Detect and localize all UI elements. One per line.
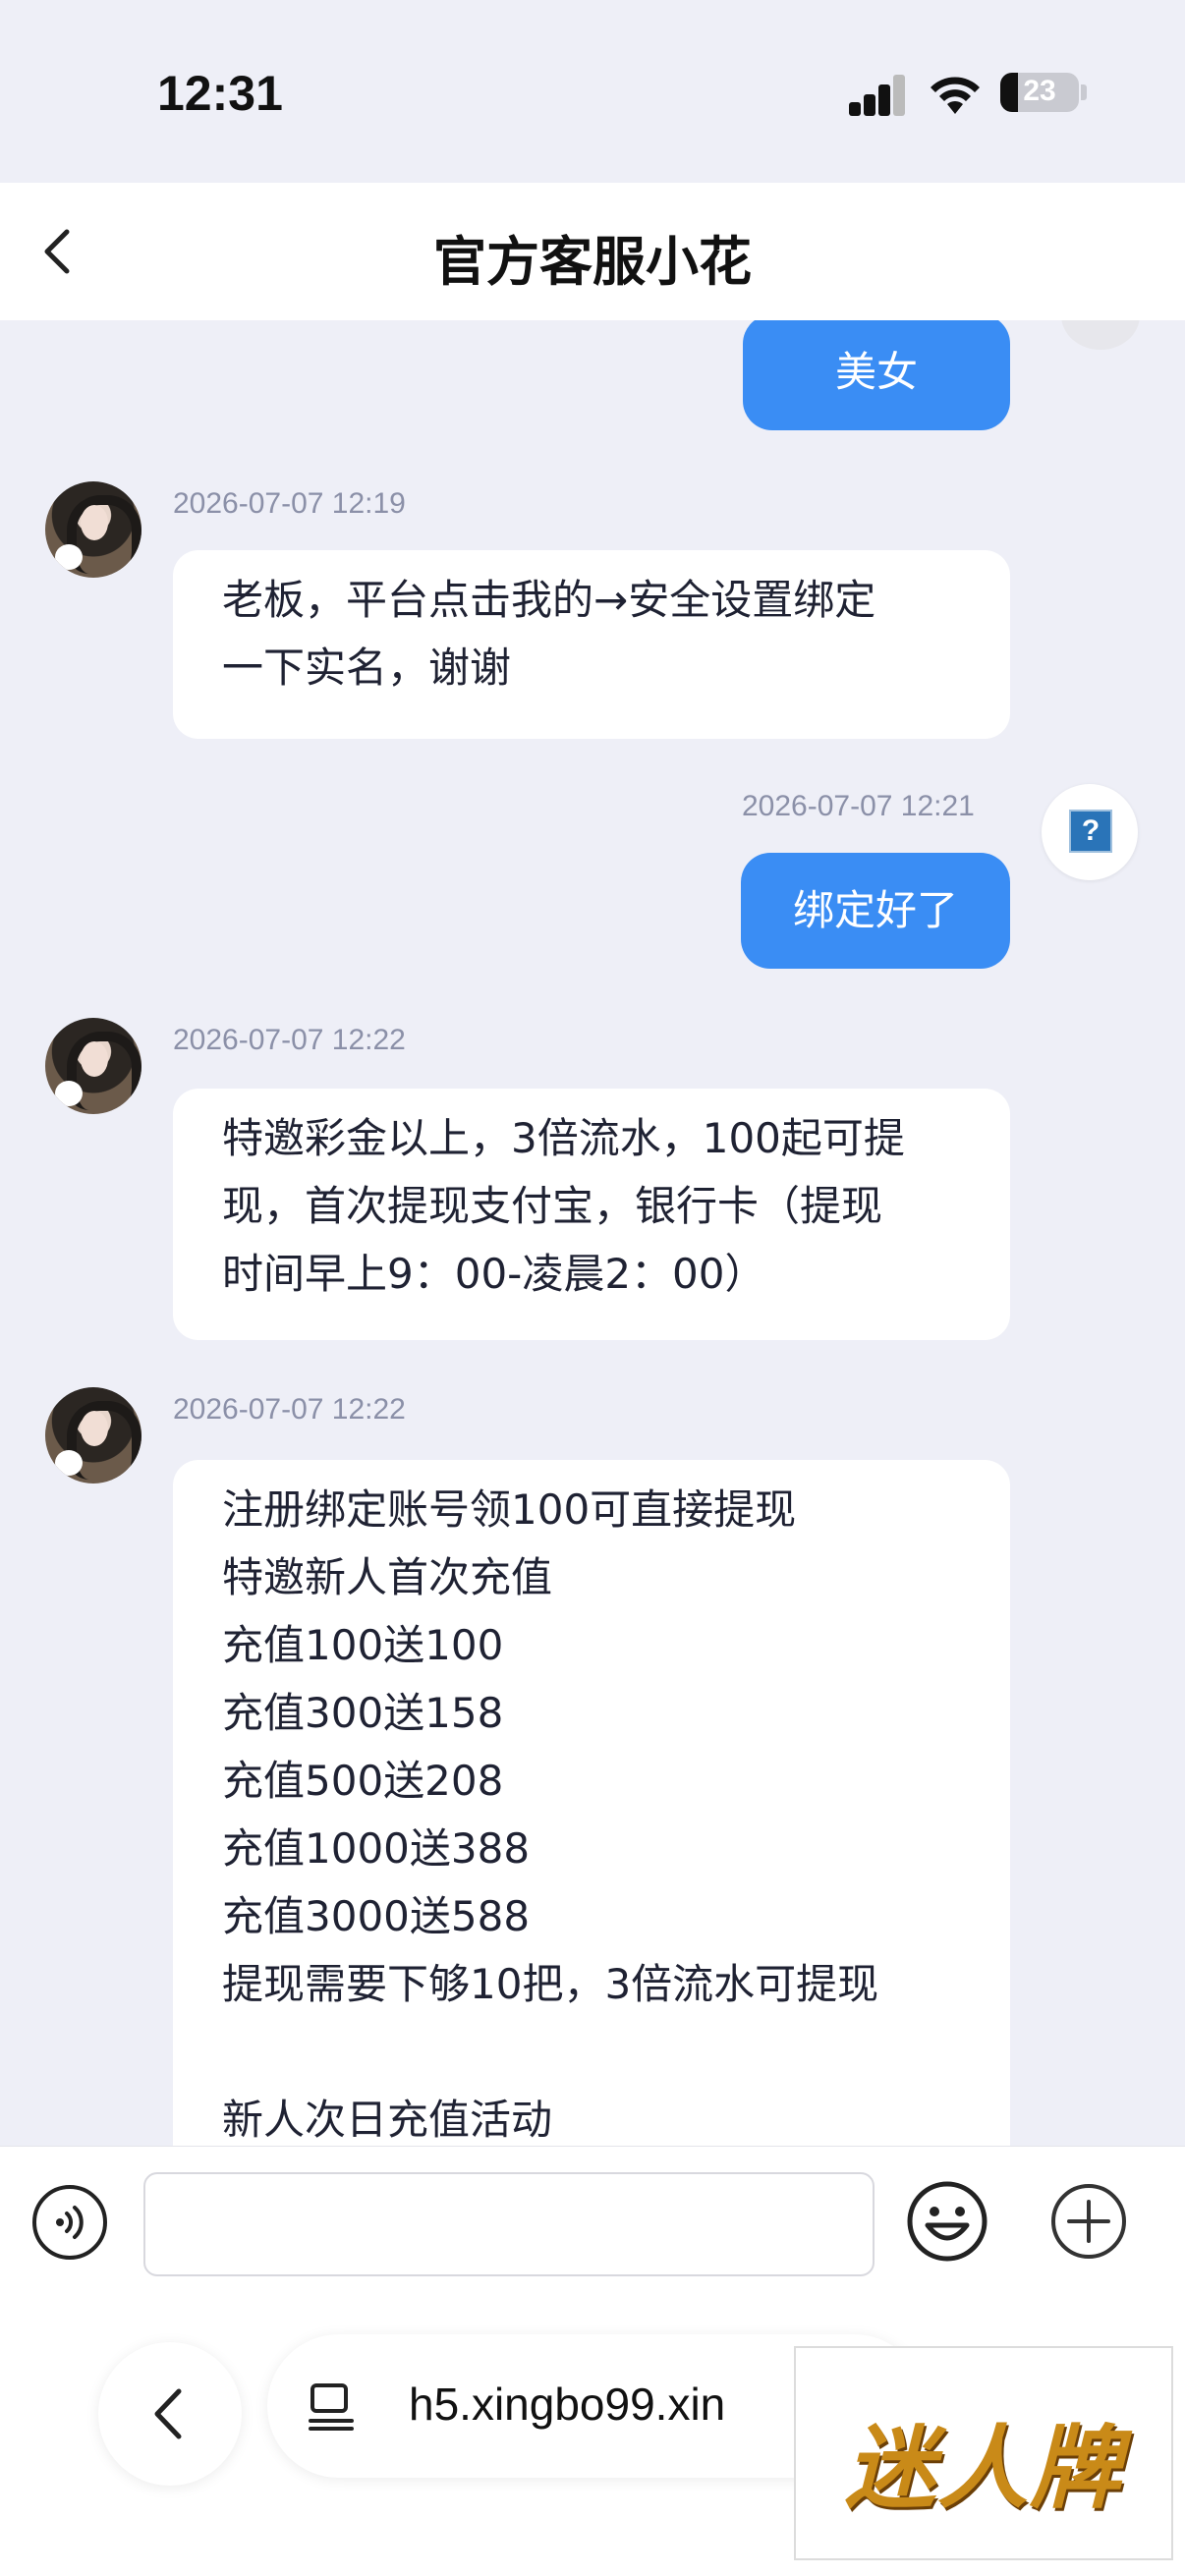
message-line: 特邀新人首次充值 — [222, 1553, 553, 1601]
agent-avatar[interactable] — [45, 1387, 141, 1484]
user-avatar[interactable]: ? — [1042, 784, 1138, 880]
voice-input-icon[interactable] — [31, 2184, 108, 2261]
message-line: 时间早上9：00-凌晨2：00） — [222, 1250, 766, 1298]
browser-back-button[interactable] — [98, 2342, 242, 2486]
watermark-logo: 迷人牌 — [794, 2346, 1173, 2560]
message-line: 充值100送100 — [222, 1621, 504, 1669]
message-line: 新人次日充值活动 — [222, 2096, 553, 2144]
message-timestamp: 2026-07-07 12:21 — [742, 790, 975, 822]
page-menu-icon[interactable] — [307, 2381, 356, 2433]
user-avatar — [1061, 320, 1140, 350]
message-line: 提现需要下够10把，3倍流水可提现 — [222, 1960, 879, 2008]
battery-cap — [1081, 84, 1087, 100]
question-mark-icon: ? — [1069, 810, 1112, 853]
status-bar: 12:31 23 — [0, 0, 1185, 183]
page-title: 官方客服小花 — [433, 231, 752, 293]
message-line: 注册绑定账号领100可直接提现 — [222, 1485, 797, 1534]
url-text: h5.xingbo99.xin — [409, 2379, 726, 2430]
message-bubble-received: 特邀彩金以上，3倍流水，100起可提 现，首次提现支付宝，银行卡（提现 时间早上… — [173, 1089, 1010, 1340]
message-bubble-sent: 绑定好了 — [741, 853, 1010, 969]
battery-icon: 23 — [1000, 73, 1079, 112]
message-bubble-received: 老板，平台点击我的→安全设置绑定 一下实名，谢谢 — [173, 550, 1010, 739]
message-line: 特邀彩金以上，3倍流水，100起可提 — [222, 1114, 905, 1162]
message-bubble-sent: 美女 — [743, 320, 1010, 430]
message-line — [222, 2018, 961, 2086]
message-input-bar — [0, 2146, 1185, 2304]
message-line: 充值3000送588 — [222, 1892, 531, 1940]
agent-avatar[interactable] — [45, 481, 141, 578]
message-line: 充值1000送388 — [222, 1824, 531, 1873]
message-input[interactable] — [143, 2172, 875, 2276]
message-line: 充值500送208 — [222, 1757, 504, 1805]
message-timestamp: 2026-07-07 12:22 — [173, 1024, 406, 1056]
agent-avatar[interactable] — [45, 1018, 141, 1114]
battery-level: 23 — [1023, 75, 1056, 107]
message-timestamp: 2026-07-07 12:19 — [173, 487, 406, 520]
message-line: 现，首次提现支付宝，银行卡（提现 — [222, 1182, 883, 1230]
message-line: 老板，平台点击我的→安全设置绑定 — [222, 576, 876, 624]
add-attachment-icon[interactable] — [1049, 2182, 1128, 2261]
message-line: 充值300送158 — [222, 1689, 504, 1737]
back-arrow-icon — [154, 2388, 182, 2439]
message-timestamp: 2026-07-07 12:22 — [173, 1393, 406, 1426]
message-bubble-received: 注册绑定账号领100可直接提现 特邀新人首次充值 充值100送100 充值300… — [173, 1460, 1010, 2146]
cellular-signal-icon — [849, 73, 906, 116]
emoji-icon[interactable] — [906, 2180, 988, 2263]
chat-header: 官方客服小花 — [0, 183, 1185, 320]
watermark-text: 迷人牌 — [844, 2416, 1122, 2521]
wifi-icon — [931, 77, 980, 114]
message-line: 一下实名，谢谢 — [222, 644, 512, 692]
status-time: 12:31 — [157, 66, 283, 121]
chat-list[interactable]: 美女 2026-07-07 12:19 老板，平台点击我的→安全设置绑定 一下实… — [0, 320, 1185, 2146]
